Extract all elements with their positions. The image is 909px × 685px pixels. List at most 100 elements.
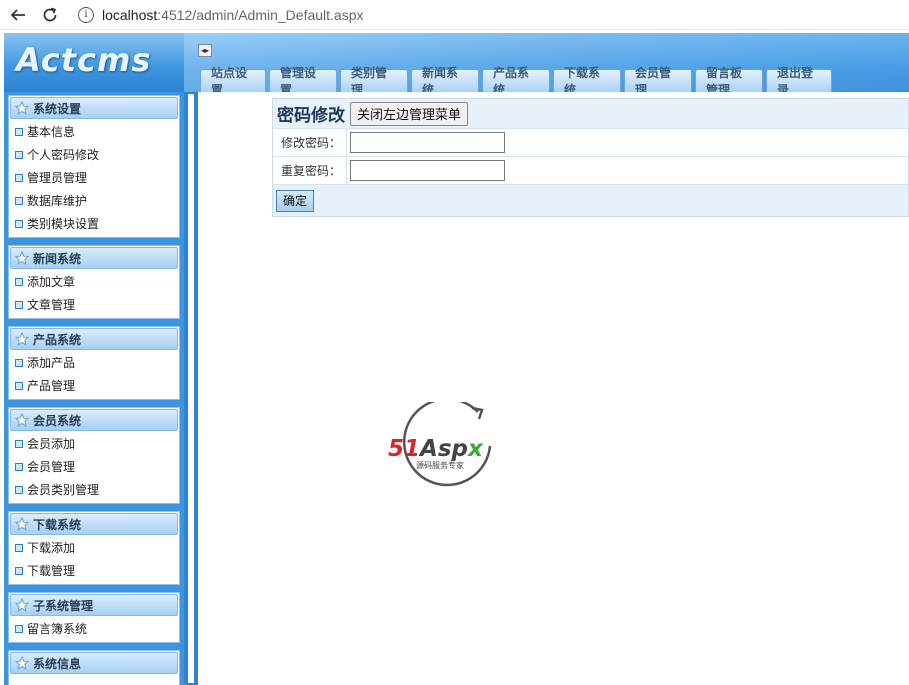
square-bullet-icon xyxy=(15,196,23,205)
reload-button[interactable] xyxy=(36,1,64,29)
square-bullet-icon xyxy=(15,173,23,182)
menu-item-change-password[interactable]: 个人密码修改 xyxy=(9,143,179,166)
star-icon xyxy=(15,332,29,346)
square-bullet-icon xyxy=(15,277,23,286)
square-bullet-icon xyxy=(15,624,23,633)
menu-group-system-settings: 系统设置 基本信息 个人密码修改 管理员管理 数据库维护 类别模块设置 xyxy=(8,95,180,238)
menu-group-title-text: 系统设置 xyxy=(33,101,82,116)
menu-item-add-download[interactable]: 下载添加 xyxy=(9,536,179,559)
menu-item-label: 文章管理 xyxy=(27,298,76,312)
menu-group-title[interactable]: 新闻系统 xyxy=(10,247,178,269)
menu-group-members: 会员系统 会员添加 会员管理 会员类别管理 xyxy=(8,407,180,504)
menu-item-label: 会员类别管理 xyxy=(27,483,100,497)
star-icon xyxy=(15,413,29,427)
menu-group-downloads: 下载系统 下载添加 下载管理 xyxy=(8,511,180,585)
address-bar[interactable]: i localhost :4512/admin/Admin_Default.as… xyxy=(78,1,898,28)
menu-item-label: 添加产品 xyxy=(27,356,76,370)
form-row-new-password: 修改密码： xyxy=(273,128,908,157)
star-icon xyxy=(15,101,29,115)
star-icon xyxy=(15,598,29,612)
square-bullet-icon xyxy=(15,300,23,309)
tab-download-system[interactable]: 下载系统 xyxy=(553,66,621,92)
tab-site-settings[interactable]: 站点设置 xyxy=(200,66,266,92)
menu-item-label: 下载添加 xyxy=(27,541,76,555)
repeat-password-input[interactable] xyxy=(350,160,505,181)
menu-item-download-manage[interactable]: 下载管理 xyxy=(9,559,179,582)
menu-item-article-manage[interactable]: 文章管理 xyxy=(9,293,179,316)
tab-product-system[interactable]: 产品系统 xyxy=(482,66,550,92)
top-nav-tabs: 站点设置 管理设置 类别管理 新闻系统 产品系统 下载系统 会员管理 留言板管理… xyxy=(200,66,835,92)
star-icon xyxy=(15,517,29,531)
submit-button[interactable]: 确定 xyxy=(276,189,315,212)
reload-icon xyxy=(43,7,57,21)
menu-item-member-manage[interactable]: 会员管理 xyxy=(9,455,179,478)
menu-item-label: 会员管理 xyxy=(27,460,76,474)
square-bullet-icon xyxy=(15,462,23,471)
admin-header: Actcms ◂▸ 站点设置 管理设置 类别管理 新闻系统 产品系统 下载系统 … xyxy=(4,33,909,92)
menu-group-title[interactable]: 系统设置 xyxy=(10,97,178,119)
toggle-sidebar-button[interactable]: ◂▸ xyxy=(198,44,212,57)
menu-item-label: 产品管理 xyxy=(27,379,76,393)
panel-footer: 确定 xyxy=(273,185,908,216)
square-bullet-icon xyxy=(15,566,23,575)
tab-member-manage[interactable]: 会员管理 xyxy=(624,66,692,92)
tab-admin-settings[interactable]: 管理设置 xyxy=(269,66,337,92)
menu-item-label: 添加文章 xyxy=(27,275,76,289)
watermark-brand: 51Aspx xyxy=(388,436,484,462)
menu-item-product-manage[interactable]: 产品管理 xyxy=(9,374,179,397)
menu-item-member-category[interactable]: 会员类别管理 xyxy=(9,478,179,501)
square-bullet-icon xyxy=(15,439,23,448)
new-password-label: 修改密码： xyxy=(273,128,347,157)
menu-group-title-text: 新闻系统 xyxy=(33,251,82,266)
watermark-circle-icon: 51Aspx 源码服务专家 xyxy=(388,397,492,487)
tab-category-manage[interactable]: 类别管理 xyxy=(340,66,408,92)
menu-item-add-product[interactable]: 添加产品 xyxy=(9,351,179,374)
close-left-menu-button[interactable]: 关闭左边管理菜单 xyxy=(350,101,469,126)
menu-group-title[interactable]: 下载系统 xyxy=(10,513,178,535)
url-path: :4512/admin/Admin_Default.aspx xyxy=(157,6,364,23)
watermark-tagline: 源码服务专家 xyxy=(416,460,464,470)
square-bullet-icon xyxy=(15,219,23,228)
browser-toolbar: i localhost :4512/admin/Admin_Default.as… xyxy=(0,0,909,30)
square-bullet-icon xyxy=(15,485,23,494)
tab-news-system[interactable]: 新闻系统 xyxy=(411,66,479,92)
menu-item-add-member[interactable]: 会员添加 xyxy=(9,432,179,455)
left-menu: 系统设置 基本信息 个人密码修改 管理员管理 数据库维护 类别模块设置 新闻系统… xyxy=(4,92,198,685)
menu-item-basic-info[interactable]: 基本信息 xyxy=(9,120,179,143)
menu-item-database[interactable]: 数据库维护 xyxy=(9,189,179,212)
menu-group-subsystems: 子系统管理 留言簿系统 xyxy=(8,592,180,643)
menu-group-title[interactable]: 系统信息 xyxy=(10,652,178,674)
menu-group-title[interactable]: 产品系统 xyxy=(10,328,178,350)
menu-group-title-text: 会员系统 xyxy=(33,413,82,428)
watermark-logo: 51Aspx 源码服务专家 xyxy=(386,397,512,494)
star-icon xyxy=(15,251,29,265)
menu-item-label: 基本信息 xyxy=(27,125,76,139)
repeat-password-label: 重复密码： xyxy=(273,156,347,185)
menu-item-category-module[interactable]: 类别模块设置 xyxy=(9,212,179,235)
menu-group-title[interactable]: 会员系统 xyxy=(10,409,178,431)
menu-group-products: 产品系统 添加产品 产品管理 xyxy=(8,326,180,400)
menu-item-label: 个人密码修改 xyxy=(27,148,100,162)
menu-group-title-text: 子系统管理 xyxy=(33,598,94,613)
menu-item-label: 留言簿系统 xyxy=(27,622,88,636)
menu-group-title[interactable]: 子系统管理 xyxy=(10,594,178,616)
logo: Actcms xyxy=(16,41,152,79)
star-icon xyxy=(15,656,29,670)
page-title: 密码修改 xyxy=(277,106,345,126)
square-bullet-icon xyxy=(15,543,23,552)
menu-item-label: 类别模块设置 xyxy=(27,217,100,231)
new-password-input[interactable] xyxy=(350,132,505,153)
url-host: localhost xyxy=(102,6,158,23)
sidebar-scroll-track[interactable] xyxy=(184,92,198,685)
tab-guestbook-manage[interactable]: 留言板管理 xyxy=(695,66,763,92)
menu-group-title-text: 产品系统 xyxy=(33,332,82,347)
site-info-icon[interactable]: i xyxy=(78,6,94,23)
menu-item-guestbook-system[interactable]: 留言簿系统 xyxy=(9,617,179,640)
back-button[interactable] xyxy=(4,1,32,29)
form-row-repeat-password: 重复密码： xyxy=(273,156,908,185)
menu-item-add-article[interactable]: 添加文章 xyxy=(9,270,179,293)
menu-item-label: 下载管理 xyxy=(27,564,76,578)
menu-item-admin-manage[interactable]: 管理员管理 xyxy=(9,166,179,189)
tab-logout[interactable]: 退出登录 xyxy=(766,66,832,92)
menu-item-label: 管理员管理 xyxy=(27,171,88,185)
